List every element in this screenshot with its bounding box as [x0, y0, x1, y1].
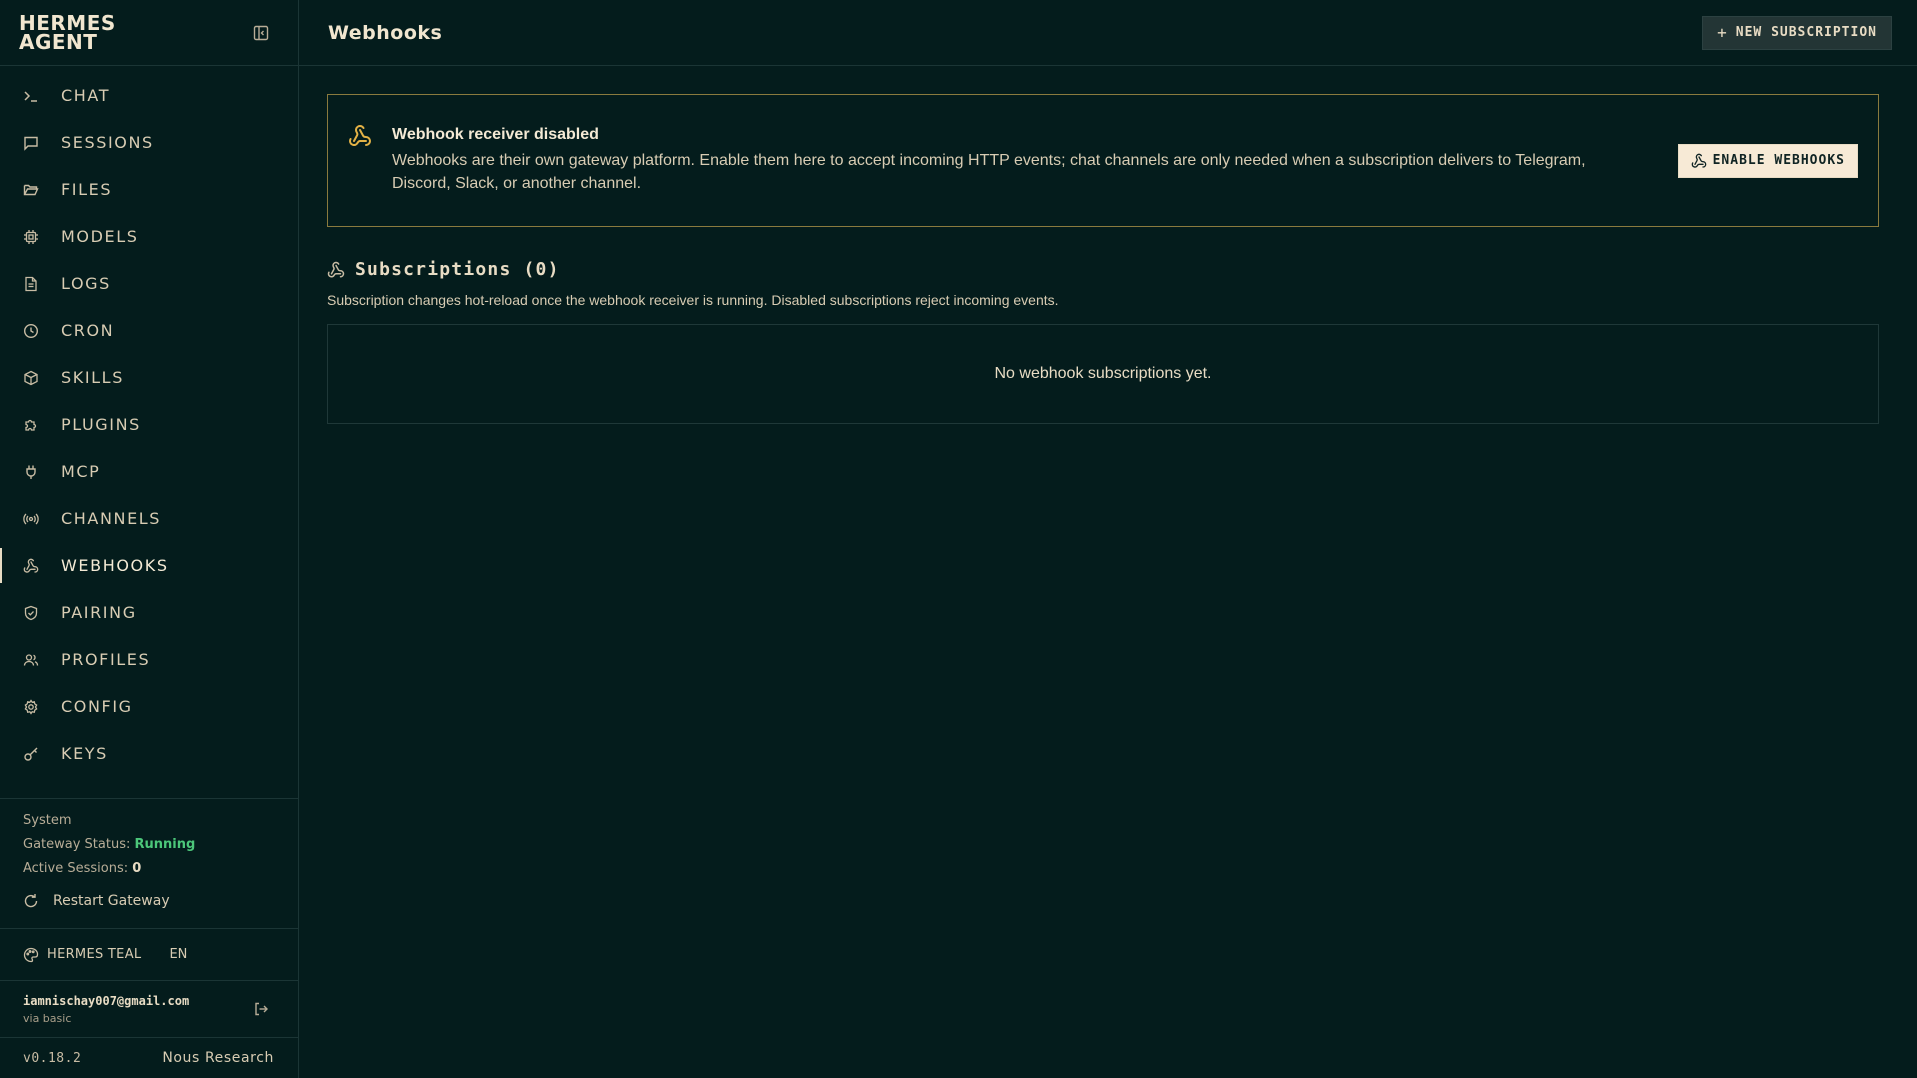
- shield-check-icon: [23, 605, 39, 621]
- sidebar-item-label: KEYS: [61, 744, 108, 763]
- user-email: iamnischay007@gmail.com: [23, 993, 190, 1008]
- webhook-icon: [23, 558, 39, 574]
- puzzle-icon: [23, 417, 39, 433]
- theme-switcher-button[interactable]: HERMES TEAL: [23, 947, 141, 963]
- top-bar: Webhooks + NEW SUBSCRIPTION: [299, 0, 1917, 66]
- sidebar-item-label: WEBHOOKS: [61, 556, 169, 575]
- clock-icon: [23, 323, 39, 339]
- enable-webhooks-button[interactable]: ENABLE WEBHOOKS: [1677, 143, 1858, 178]
- sidebar-item-label: CHAT: [61, 86, 111, 105]
- message-square-icon: [23, 135, 39, 151]
- sidebar-item-label: MODELS: [61, 227, 139, 246]
- folder-open-icon: [23, 182, 39, 198]
- alert-text: Webhook receiver disabled Webhooks are t…: [392, 126, 1612, 195]
- subscriptions-header: Subscriptions (0): [327, 259, 1879, 280]
- sidebar-item-pairing[interactable]: PAIRING: [0, 589, 298, 636]
- sidebar-item-models[interactable]: MODELS: [0, 213, 298, 260]
- webhook-warning-icon: [348, 124, 372, 148]
- sidebar-collapse-icon[interactable]: [252, 24, 270, 42]
- logout-icon[interactable]: [252, 1000, 270, 1018]
- app-root: HERMES AGENT CHAT SESSIONS FILES MODELS …: [0, 0, 1917, 1078]
- subscriptions-empty-state: No webhook subscriptions yet.: [327, 324, 1879, 424]
- app-version: v0.18.2: [23, 1050, 82, 1066]
- key-icon: [23, 746, 39, 762]
- main-area: Webhooks + NEW SUBSCRIPTION Webhook rece…: [299, 0, 1917, 1078]
- page-content: Webhook receiver disabled Webhooks are t…: [299, 66, 1917, 424]
- radio-icon: [23, 511, 39, 527]
- system-panel: System Gateway Status: Running Active Se…: [0, 798, 298, 928]
- subscriptions-description: Subscription changes hot-reload once the…: [327, 292, 1059, 308]
- sidebar-item-logs[interactable]: LOGS: [0, 260, 298, 307]
- brand-logo-text: HERMES AGENT: [19, 10, 116, 54]
- refresh-icon: [23, 893, 39, 909]
- terminal-icon: [23, 88, 39, 104]
- sidebar-item-label: CHANNELS: [61, 509, 162, 528]
- sidebar-item-webhooks[interactable]: WEBHOOKS: [0, 542, 298, 589]
- cpu-icon: [23, 229, 39, 245]
- gateway-status-value: Running: [134, 837, 196, 852]
- sidebar-item-label: MCP: [61, 462, 101, 481]
- sidebar: HERMES AGENT CHAT SESSIONS FILES MODELS …: [0, 0, 299, 1078]
- sidebar-item-sessions[interactable]: SESSIONS: [0, 119, 298, 166]
- user-row: iamnischay007@gmail.com via basic: [0, 980, 298, 1037]
- theme-row: HERMES TEAL EN: [0, 928, 298, 980]
- plus-icon: +: [1717, 23, 1728, 42]
- subscriptions-title: Subscriptions (0): [355, 259, 560, 280]
- sidebar-nav: CHAT SESSIONS FILES MODELS LOGS CRON SKI…: [0, 66, 298, 798]
- sidebar-item-files[interactable]: FILES: [0, 166, 298, 213]
- sidebar-item-label: PROFILES: [61, 650, 151, 669]
- sidebar-item-plugins[interactable]: PLUGINS: [0, 401, 298, 448]
- sidebar-item-label: CRON: [61, 321, 115, 340]
- active-sessions-value: 0: [132, 861, 142, 876]
- system-title: System: [23, 813, 72, 828]
- users-icon: [23, 652, 39, 668]
- new-subscription-label: NEW SUBSCRIPTION: [1735, 25, 1877, 40]
- sidebar-item-mcp[interactable]: MCP: [0, 448, 298, 495]
- sidebar-item-label: LOGS: [61, 274, 111, 293]
- new-subscription-button[interactable]: + NEW SUBSCRIPTION: [1702, 15, 1892, 50]
- plug-icon: [23, 464, 39, 480]
- sidebar-item-skills[interactable]: SKILLS: [0, 354, 298, 401]
- gear-icon: [23, 698, 39, 715]
- sidebar-item-channels[interactable]: CHANNELS: [0, 495, 298, 542]
- alert-title: Webhook receiver disabled: [392, 126, 599, 143]
- version-row: v0.18.2 Nous Research: [0, 1037, 298, 1078]
- user-auth-method: via basic: [23, 1011, 72, 1025]
- page-title: Webhooks: [328, 21, 443, 44]
- palette-icon: [23, 947, 39, 963]
- sidebar-item-label: PAIRING: [61, 603, 137, 622]
- alert-body: Webhooks are their own gateway platform.…: [392, 152, 1586, 192]
- sidebar-item-label: SESSIONS: [61, 133, 154, 152]
- sidebar-item-chat[interactable]: CHAT: [0, 72, 298, 119]
- user-info: iamnischay007@gmail.com via basic: [23, 994, 189, 1025]
- language-switcher[interactable]: EN: [169, 947, 187, 962]
- sidebar-item-config[interactable]: CONFIG: [0, 683, 298, 730]
- restart-gateway-button[interactable]: Restart Gateway: [23, 889, 298, 913]
- empty-state-text: No webhook subscriptions yet.: [994, 365, 1212, 382]
- sidebar-item-label: PLUGINS: [61, 415, 141, 434]
- gateway-status-label: Gateway Status:: [23, 837, 131, 852]
- webhook-icon: [1691, 153, 1707, 169]
- sidebar-item-label: FILES: [61, 180, 113, 199]
- restart-gateway-label: Restart Gateway: [53, 893, 170, 909]
- webhook-disabled-alert: Webhook receiver disabled Webhooks are t…: [327, 94, 1879, 227]
- file-text-icon: [23, 276, 39, 292]
- alert-message: Webhook receiver disabled Webhooks are t…: [348, 124, 1612, 195]
- vendor-link[interactable]: Nous Research: [162, 1050, 274, 1066]
- sidebar-item-keys[interactable]: KEYS: [0, 730, 298, 777]
- sidebar-item-cron[interactable]: CRON: [0, 307, 298, 354]
- sidebar-item-label: CONFIG: [61, 697, 133, 716]
- gateway-status-row: Gateway Status: Running: [23, 833, 298, 857]
- package-icon: [23, 370, 39, 386]
- sidebar-item-profiles[interactable]: PROFILES: [0, 636, 298, 683]
- active-sessions-label: Active Sessions:: [23, 861, 129, 876]
- webhook-icon: [327, 261, 345, 279]
- enable-webhooks-label: ENABLE WEBHOOKS: [1712, 153, 1845, 168]
- brand-header: HERMES AGENT: [0, 0, 298, 66]
- theme-label: HERMES TEAL: [47, 947, 142, 962]
- sidebar-item-label: SKILLS: [61, 368, 124, 387]
- active-sessions-row: Active Sessions: 0: [23, 857, 298, 881]
